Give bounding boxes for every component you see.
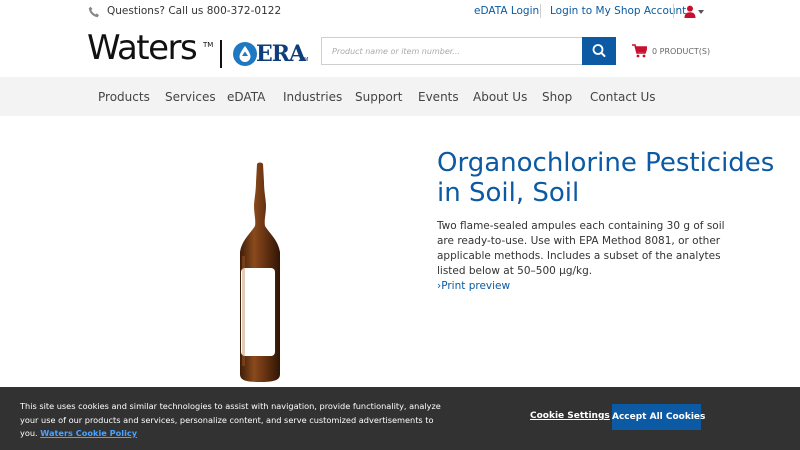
era-logo-trademark: TM (301, 57, 309, 63)
search-icon (592, 44, 606, 57)
nav-item-support[interactable]: Support (355, 90, 402, 104)
print-preview-link[interactable]: ›Print preview (437, 280, 510, 292)
product-description: Two flame-sealed ampules each containing… (437, 220, 725, 277)
cookie-notice-text: This site uses cookies and similar techn… (20, 400, 450, 441)
chevron-down-icon[interactable] (698, 10, 704, 14)
cookie-policy-link[interactable]: Waters Cookie Policy (40, 428, 137, 438)
topbar-divider (540, 4, 541, 18)
nav-item-about-us[interactable]: About Us (473, 90, 527, 104)
shop-account-login-link[interactable]: Login to My Shop Account (550, 5, 686, 17)
search-input[interactable] (321, 37, 583, 65)
shopping-cart-icon[interactable] (632, 44, 647, 58)
drop-icon (239, 46, 251, 62)
nav-item-edata[interactable]: eDATA (227, 90, 265, 104)
cookie-settings-button[interactable]: Cookie Settings (530, 411, 610, 421)
search-button[interactable] (582, 37, 616, 65)
nav-item-contact-us[interactable]: Contact Us (590, 90, 656, 104)
nav-item-services[interactable]: Services (165, 90, 216, 104)
waters-logo-trademark: TM (203, 41, 214, 49)
era-logo[interactable]: ERA (256, 40, 306, 68)
nav-item-products[interactable]: Products (98, 90, 150, 104)
nav-item-shop[interactable]: Shop (542, 90, 572, 104)
nav-item-events[interactable]: Events (418, 90, 459, 104)
top-utility-bar: Questions? Call us 800-372-0122 eDATA Lo… (0, 0, 800, 24)
edata-login-link[interactable]: eDATA Login (474, 5, 539, 17)
logo-divider (220, 40, 222, 68)
main-navigation: Products Services eDATA Industries Suppo… (0, 77, 800, 116)
accept-all-cookies-button[interactable]: Accept All Cookies (612, 404, 705, 430)
product-title: Organochlorine Pesticides in Soil, Soil (437, 148, 775, 208)
phone-text: Questions? Call us 800-372-0122 (107, 5, 282, 17)
waters-logo[interactable]: Waters (87, 28, 198, 68)
cart-product-count[interactable]: 0 PRODUCT(S) (652, 47, 710, 56)
nav-item-industries[interactable]: Industries (283, 90, 342, 104)
era-logo-mark-icon (233, 42, 257, 66)
user-icon[interactable] (684, 5, 696, 18)
topbar-divider (673, 4, 674, 18)
product-ampoule-image (240, 162, 280, 382)
phone-icon (88, 6, 99, 18)
